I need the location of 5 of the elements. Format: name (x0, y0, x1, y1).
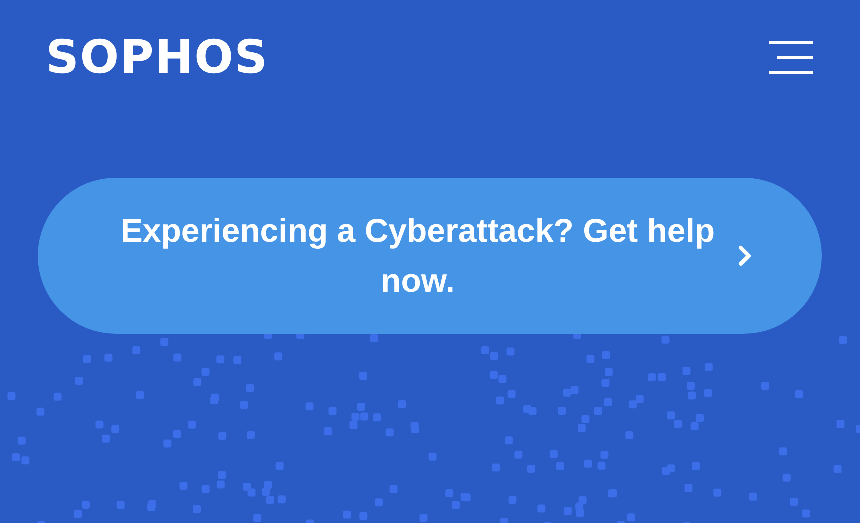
help-banner-button[interactable]: Experiencing a Cyberattack? Get help now. (38, 178, 822, 334)
menu-icon (769, 39, 813, 75)
logo[interactable]: SOPHOS (46, 34, 269, 80)
chevron-right-icon (738, 245, 752, 267)
menu-button[interactable] (768, 38, 814, 76)
